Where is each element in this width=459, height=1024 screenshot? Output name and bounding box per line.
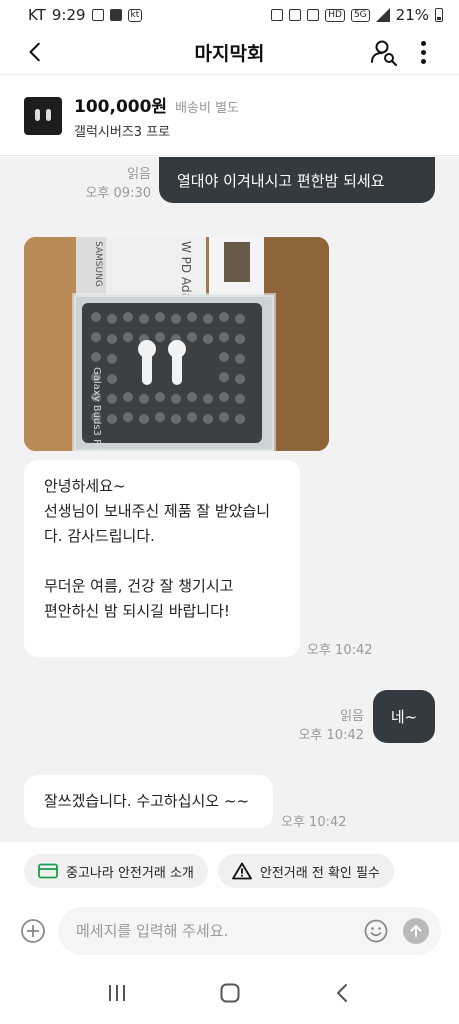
product-summary[interactable]: 100,000원 배송비 별도 갤럭시버즈3 프로 [0,76,459,156]
lock-icon [271,9,284,21]
send-button[interactable] [403,918,429,944]
recent-apps-icon [108,985,125,1001]
earbud-icon [35,108,40,121]
clock: 9:29 [51,6,86,24]
network-type: 5G [350,8,370,22]
chevron-left-icon [336,984,347,1002]
incoming-message[interactable]: 안녕하세요~ 선생님이 보내주신 제품 잘 받았습니 다. 감사드립니다. 무더… [24,460,300,657]
user-search-button[interactable] [369,37,399,67]
plus-circle-icon [21,919,45,943]
page-title: 마지막회 [194,42,265,65]
safe-trade-intro-chip[interactable]: 중고나라 안전거래 소개 [24,854,208,888]
quick-links: 중고나라 안전거래 소개 안전거래 전 확인 필수 [0,842,459,900]
battery-percent: 21% [395,6,429,24]
message-time: 오후 10:42 [307,643,373,658]
hd-icon: HD [325,8,345,22]
chip-label: 중고나라 안전거래 소개 [66,865,194,881]
shipping-note: 배송비 별도 [175,100,240,116]
product-price: 100,000원 [74,96,168,117]
mute-icon [307,9,320,21]
smiley-icon [364,919,388,943]
message-line: 다. 감사드립니다. [44,527,155,545]
photo-content: SAMSUNG W PD Adapter Galaxy Buds3 Pro [24,237,329,451]
battery-icon [435,8,443,22]
message-input-box[interactable] [58,907,441,955]
card-icon [38,863,58,879]
incoming-message[interactable]: 잘쓰겠습니다. 수고하십시오 ~~ [24,775,273,828]
message-meta: 읽음 오후 10:42 [244,705,364,743]
alert-icon [91,9,104,21]
message-line: 안녕하세요~ [44,477,126,495]
warning-icon [231,862,252,880]
message-photo[interactable]: SAMSUNG W PD Adapter Galaxy Buds3 Pro [24,237,329,451]
message-time: 오후 09:30 [85,186,151,201]
message-meta: 읽음 오후 09:30 [61,163,151,201]
system-back-button[interactable] [323,973,363,1013]
product-name: 갤럭시버즈3 프로 [74,124,171,140]
system-nav-bar [0,962,459,1024]
message-text: 네~ [390,708,418,726]
back-button[interactable] [22,38,50,66]
kt-app-icon: kt [127,8,143,22]
more-options-button[interactable] [413,37,433,67]
emoji-button[interactable] [363,918,389,944]
attach-button[interactable] [18,916,48,946]
carrier-label: KT [28,6,46,24]
photo-package-text: Galaxy Buds3 Pro [91,367,102,451]
message-line: 편안하신 밤 되시길 바랍니다! [44,602,230,620]
message-line: 무더운 여름, 건강 잘 챙기시고 [44,577,234,595]
more-dot-icon [420,58,426,64]
checkbox-notification-icon [109,9,122,21]
outgoing-message[interactable]: 네~ [373,690,435,743]
status-bar: KT 9:29 kt HD 5G 21% [0,0,459,30]
back-arrow-icon [29,42,40,62]
chat-thread[interactable]: 읽음 오후 09:30 열대야 이겨내시고 편한밤 되세요 SAMSUNG W … [0,157,459,842]
read-receipt: 읽음 [127,167,151,182]
message-line: 선생님이 보내주신 제품 잘 받았습니 [44,502,271,520]
safe-trade-check-chip[interactable]: 안전거래 전 확인 필수 [217,854,394,888]
message-text: 잘쓰겠습니다. 수고하십시오 ~~ [44,792,250,810]
message-input[interactable] [76,922,363,940]
more-dot-icon [420,49,426,55]
alarm-icon [289,9,302,21]
recent-apps-button[interactable] [97,973,137,1013]
user-search-icon [371,40,397,66]
signal-icon [375,8,390,22]
home-icon [220,983,239,1003]
home-button[interactable] [210,973,250,1013]
photo-box-brand: SAMSUNG [93,241,103,287]
message-time: 오후 10:42 [298,728,364,743]
earbud-icon [46,108,51,121]
chip-label: 안전거래 전 확인 필수 [259,865,380,881]
read-receipt: 읽음 [340,709,364,724]
message-line [44,549,280,574]
more-dot-icon [420,40,426,46]
message-text: 열대야 이겨내시고 편한밤 되세요 [177,171,385,190]
product-thumbnail [24,96,62,135]
chat-header: 마지막회 [0,30,459,75]
arrow-up-icon [410,925,422,937]
message-composer [0,900,459,962]
outgoing-message[interactable]: 열대야 이겨내시고 편한밤 되세요 [159,157,435,203]
message-time: 오후 10:42 [281,815,347,830]
